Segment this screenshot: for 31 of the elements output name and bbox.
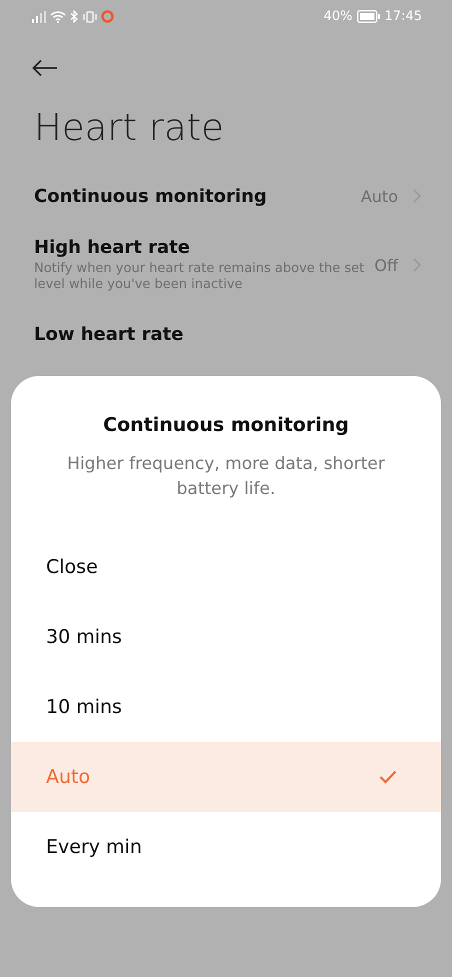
- checkmark-icon: [379, 770, 397, 784]
- sheet-subtitle: Higher frequency, more data, shorter battery life.: [66, 453, 386, 501]
- option-label: 10 mins: [46, 696, 122, 718]
- setting-value: Off: [374, 256, 398, 274]
- signal-icon: [32, 10, 46, 22]
- setting-row[interactable]: Low heart rate: [0, 305, 452, 363]
- setting-row[interactable]: Continuous monitoring Auto: [0, 167, 452, 225]
- back-arrow-icon: [32, 59, 58, 77]
- setting-description: Notify when your heart rate remains above the set level while you've been inactive: [34, 261, 364, 293]
- option-item[interactable]: 10 mins: [11, 672, 441, 742]
- battery-percentage: 40%: [324, 9, 353, 24]
- option-label: Auto: [46, 766, 90, 788]
- bluetooth-icon: [70, 10, 79, 23]
- option-item[interactable]: Every min: [11, 812, 441, 882]
- page-title: Heart rate: [34, 106, 225, 149]
- setting-title: Continuous monitoring: [34, 186, 268, 206]
- setting-value: Auto: [360, 186, 398, 206]
- option-item[interactable]: 30 mins: [11, 602, 441, 672]
- setting-title: High heart rate: [34, 237, 191, 258]
- wifi-icon: [50, 10, 66, 22]
- sheet-title: Continuous monitoring: [102, 414, 350, 436]
- vibrate-icon: [83, 10, 97, 22]
- option-label: Close: [46, 556, 98, 578]
- battery-icon: [356, 10, 381, 23]
- option-item[interactable]: Close: [11, 532, 441, 602]
- option-label: Every min: [46, 836, 142, 858]
- option-label: 30 mins: [46, 626, 122, 648]
- status-time: 17:45: [384, 9, 422, 24]
- setting-row[interactable]: High heart rate Notify when your heart rate remains above the set level while you've been inactive Off: [0, 225, 452, 305]
- setting-title: Low heart rate: [34, 324, 184, 344]
- ring-icon: [101, 10, 114, 23]
